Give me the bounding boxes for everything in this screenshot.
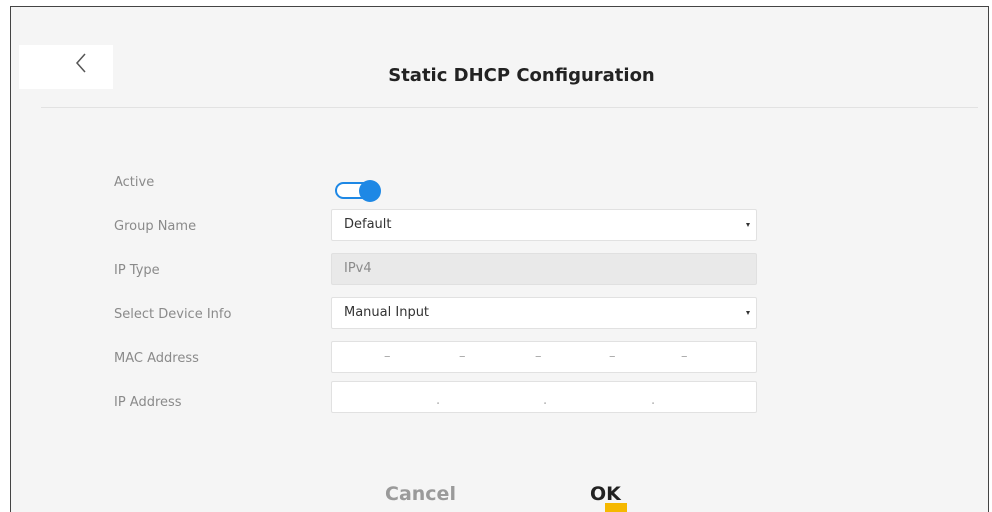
active-label: Active (114, 175, 155, 190)
ip-separator: . (436, 393, 441, 408)
ok-button[interactable]: OK (590, 483, 621, 505)
toggle-knob (359, 180, 381, 202)
mac-separator: – (681, 349, 688, 364)
mac-address-segments: – – – – – (332, 342, 756, 372)
dialog-frame: Static DHCP Configuration Active Group N… (10, 6, 989, 512)
ip-separator: . (651, 393, 656, 408)
mac-separator: – (384, 349, 391, 364)
ip-type-label: IP Type (114, 263, 160, 278)
ip-address-label: IP Address (114, 395, 182, 410)
select-device-info-select[interactable]: Manual Input (331, 297, 757, 329)
ip-type-value: IPv4 (344, 261, 372, 276)
group-name-label: Group Name (114, 219, 197, 234)
caret-down-icon (746, 223, 750, 227)
header-divider (41, 107, 978, 108)
mac-address-label: MAC Address (114, 351, 199, 366)
mac-separator: – (459, 349, 466, 364)
active-toggle[interactable] (335, 180, 381, 202)
select-device-info-value: Manual Input (344, 305, 430, 320)
mac-separator: – (609, 349, 616, 364)
ip-address-segments: . . . (332, 382, 756, 412)
dialog-title: Static DHCP Configuration (388, 65, 655, 86)
group-name-select[interactable]: Default (331, 209, 757, 241)
select-device-info-label: Select Device Info (114, 307, 232, 322)
mac-address-input[interactable]: – – – – – (331, 341, 757, 373)
ip-type-field: IPv4 (331, 253, 757, 285)
cancel-button[interactable]: Cancel (385, 483, 456, 505)
ip-address-input[interactable]: . . . (331, 381, 757, 413)
group-name-value: Default (344, 217, 392, 232)
caret-down-icon (746, 311, 750, 315)
mac-separator: – (535, 349, 542, 364)
ip-separator: . (543, 393, 548, 408)
